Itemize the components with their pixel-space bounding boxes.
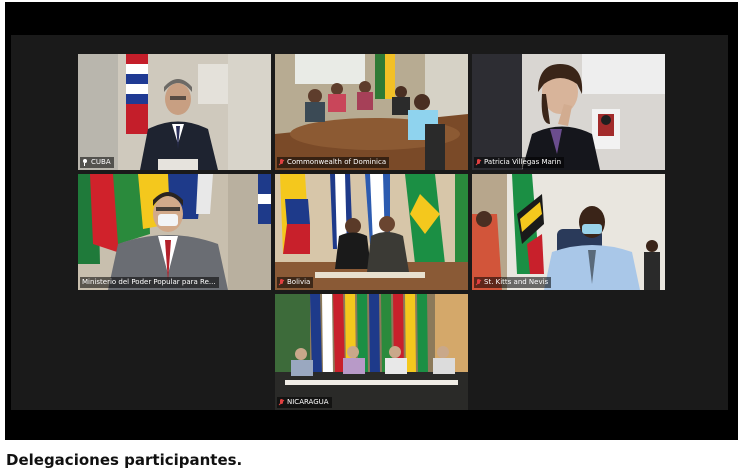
participant-name: Bolivia: [287, 278, 311, 286]
video-feed-nicaragua: [275, 294, 468, 410]
video-feed-venezuela-ministry: [78, 174, 271, 290]
participant-name-tag: Patricia Villegas Marin: [474, 157, 565, 168]
mic-muted-icon: [279, 159, 284, 166]
participant-name-tag: Ministerio del Poder Popular para Re...: [80, 277, 219, 288]
video-feed-dominica: [275, 54, 468, 170]
video-feed-st-kitts-nevis: [472, 174, 665, 290]
video-feed-bolivia: [275, 174, 468, 290]
participant-name: Commonwealth of Dominica: [287, 158, 387, 166]
video-tile-bolivia[interactable]: Bolivia: [275, 174, 468, 290]
video-tile-cuba[interactable]: CUBA: [78, 54, 271, 170]
participant-name-tag: Bolivia: [277, 277, 314, 288]
pin-icon: [82, 159, 88, 166]
participant-name: NICARAGUA: [287, 398, 329, 406]
participant-name-tag: NICARAGUA: [277, 397, 332, 408]
video-conference-window: CUBA Commonwealth of Dominica Patricia V…: [5, 2, 738, 440]
mic-muted-icon: [279, 279, 284, 286]
participant-name-tag: Commonwealth of Dominica: [277, 157, 390, 168]
video-tile-dominica[interactable]: Commonwealth of Dominica: [275, 54, 468, 170]
gallery-view: CUBA Commonwealth of Dominica Patricia V…: [11, 35, 728, 410]
mic-muted-icon: [476, 159, 481, 166]
participant-name: St. Kitts and Nevis: [484, 278, 549, 286]
image-caption: Delegaciones participantes.: [6, 451, 243, 469]
mic-muted-icon: [279, 399, 284, 406]
video-feed-patricia-villegas: [472, 54, 665, 170]
participant-name-tag: St. Kitts and Nevis: [474, 277, 552, 288]
participant-name-tag: CUBA: [80, 157, 114, 168]
participant-name: Patricia Villegas Marin: [484, 158, 562, 166]
participant-name: Ministerio del Poder Popular para Re...: [82, 278, 216, 286]
video-tile-nicaragua[interactable]: NICARAGUA: [275, 294, 468, 410]
participant-name: CUBA: [91, 158, 111, 166]
video-feed-cuba: [78, 54, 271, 170]
video-tile-patricia-villegas[interactable]: Patricia Villegas Marin: [472, 54, 665, 170]
video-tile-st-kitts-nevis[interactable]: St. Kitts and Nevis: [472, 174, 665, 290]
mic-muted-icon: [476, 279, 481, 286]
video-tile-venezuela-ministry[interactable]: Ministerio del Poder Popular para Re...: [78, 174, 271, 290]
